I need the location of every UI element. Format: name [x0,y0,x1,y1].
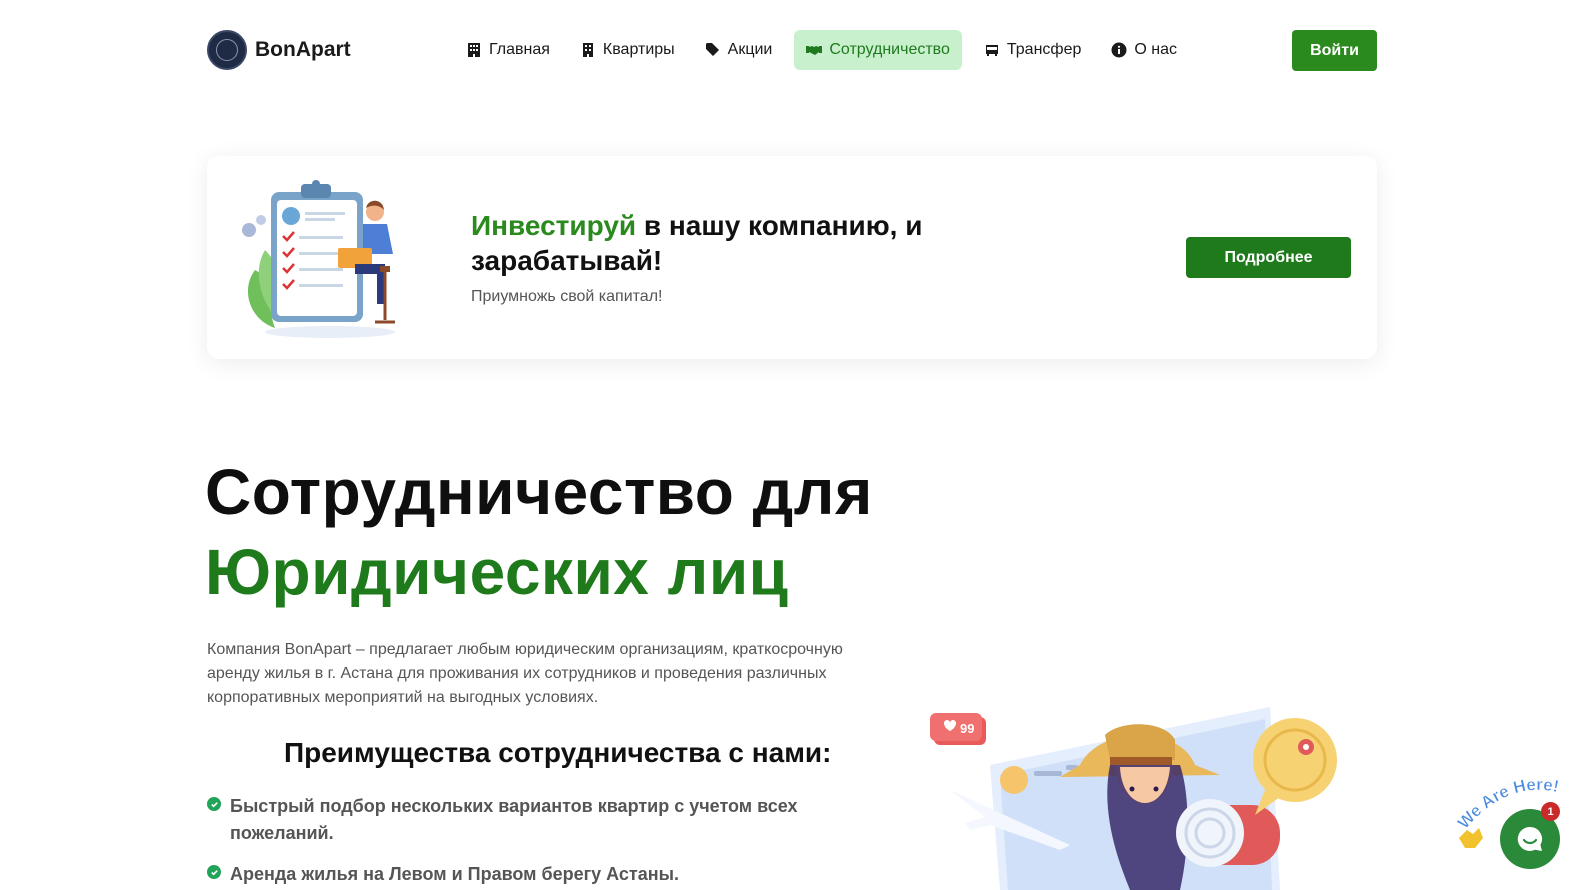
nav-label-cooperation: Сотрудничество [829,41,950,58]
chat-bubble-icon [1517,826,1543,851]
nav-item-promotions[interactable]: Акции [697,30,781,70]
building-icon [468,43,480,57]
hero-description: Компания BonApart – предлагает любым юри… [207,641,843,706]
nav-label-apartments: Квартиры [602,41,675,58]
nav-item-transfer[interactable]: Трансфер [976,30,1089,70]
nav-label-promotions: Акции [727,41,773,58]
nav-label-home: Главная [489,41,550,58]
bus-icon [985,45,998,56]
clipboard-illustration [242,180,395,338]
nav-label-transfer: Трансфер [1006,41,1082,58]
nav-label-about: О нас [1134,41,1177,58]
check-icon [207,865,221,879]
chat-unread-badge: 1 [1541,802,1560,821]
nav-item-home[interactable]: Главная [458,30,558,70]
main-nav: Главная Квартиры Акции Сотрудничество Тр… [458,30,1185,70]
brand-name: BonApart [255,38,351,61]
traveler-illustration: 99 [930,707,1337,890]
benefit-text: Аренда жилья на Левом и Правом берегу Ас… [230,864,679,884]
handshake-icon [806,46,823,55]
invest-subtitle: Приумножь свой капитал! [471,288,663,305]
apartment-icon [582,43,593,57]
chat-widget[interactable]: We Are Here! 1 [1455,770,1584,890]
list-item: Аренда жилья на Левом и Правом берегу Ас… [207,861,827,888]
benefits-list: Быстрый подбор нескольких вариантов квар… [207,793,827,890]
nav-item-cooperation[interactable]: Сотрудничество [794,30,962,70]
page-title-line1: Сотрудничество для [205,456,873,528]
list-item: Быстрый подбор нескольких вариантов квар… [207,793,827,847]
invest-title-accent: Инвестируй [471,210,637,241]
nav-item-apartments[interactable]: Квартиры [572,30,683,70]
invest-banner: Инвестируй в нашу компанию, и зарабатыва… [207,156,1377,359]
logo-emblem-icon [207,30,247,70]
invest-title: Инвестируй в нашу компанию, и зарабатыва… [471,208,991,278]
likes-count: 99 [960,721,974,736]
site-header: BonApart Главная Квартиры Акции Сотрудни… [0,0,1584,100]
page-title: Сотрудничество для Юридических лиц [205,452,873,612]
tags-icon [705,43,719,56]
benefits-title: Преимущества сотрудничества с нами: [284,737,832,768]
benefit-text: Быстрый подбор нескольких вариантов квар… [230,796,798,843]
brand-logo[interactable]: BonApart [207,30,351,70]
invest-more-button[interactable]: Подробнее [1186,237,1351,278]
check-icon [207,797,221,811]
login-button[interactable]: Войти [1292,30,1377,71]
info-icon [1111,42,1127,58]
page-title-line2: Юридических лиц [205,536,789,608]
nav-item-about[interactable]: О нас [1103,30,1185,70]
